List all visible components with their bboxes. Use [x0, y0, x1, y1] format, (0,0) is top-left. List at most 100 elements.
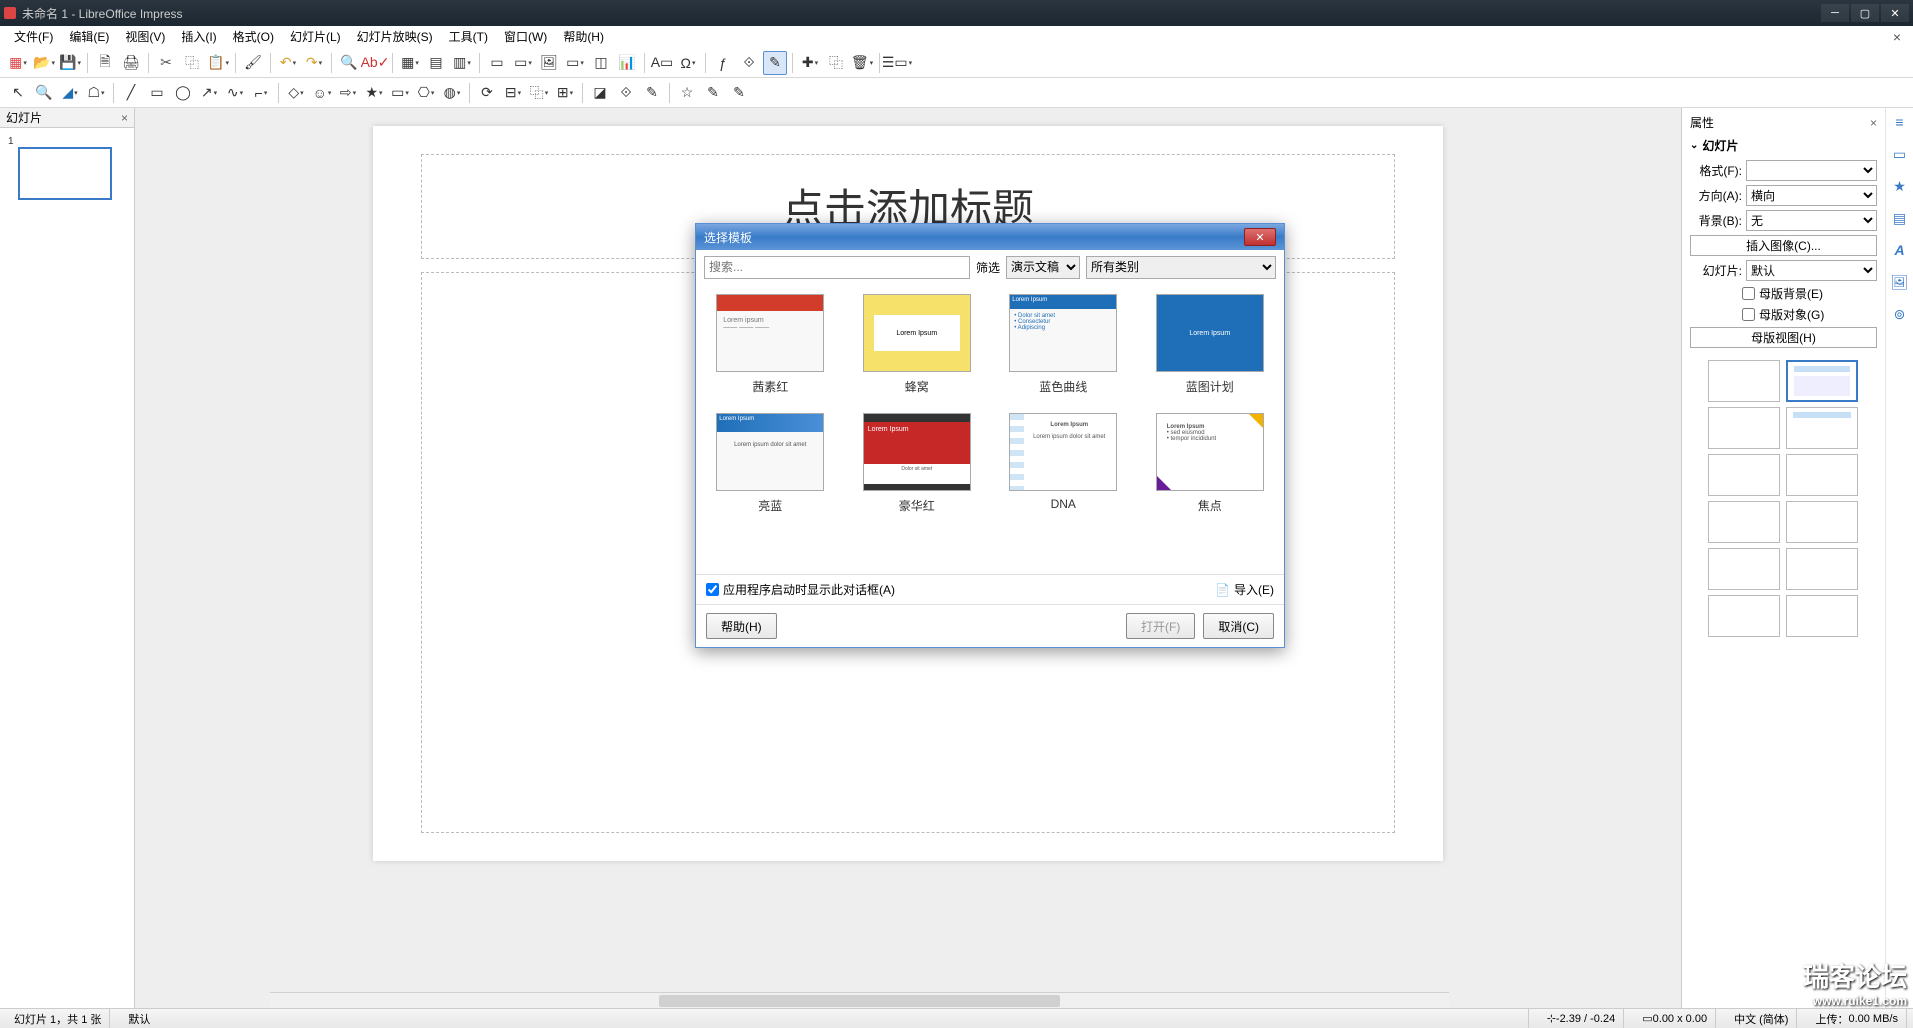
print-icon[interactable]: 🖨 — [119, 51, 143, 75]
textbox-icon[interactable]: A▭ — [650, 51, 674, 75]
minimize-button[interactable]: ─ — [1821, 4, 1849, 22]
layout-two-content[interactable] — [1708, 454, 1780, 496]
special-char-icon[interactable]: Ω — [676, 51, 700, 75]
layout-title-two[interactable] — [1708, 407, 1780, 449]
find-icon[interactable]: 🔍 — [337, 51, 361, 75]
layout-title-only[interactable] — [1786, 407, 1858, 449]
open-button[interactable]: 打开(F) — [1126, 613, 1195, 639]
zoom-icon[interactable]: 🔍 — [32, 81, 56, 105]
distribute-icon[interactable]: ⊞ — [553, 81, 577, 105]
lines-arrows-icon[interactable]: ↗ — [197, 81, 221, 105]
layout-centered[interactable] — [1786, 454, 1858, 496]
rectangle-icon[interactable]: ▭ — [145, 81, 169, 105]
menu-slide[interactable]: 幻灯片(L) — [282, 26, 349, 47]
hyperlink-icon[interactable]: ⟐ — [737, 51, 761, 75]
slides-panel-close-icon[interactable]: × — [121, 111, 128, 125]
filter-icon[interactable]: ✎ — [640, 81, 664, 105]
menu-format[interactable]: 格式(O) — [225, 26, 282, 47]
menu-insert[interactable]: 插入(I) — [173, 26, 224, 47]
help-button[interactable]: 帮助(H) — [706, 613, 777, 639]
save-icon[interactable]: 💾 — [58, 51, 82, 75]
show-draw-functions-icon[interactable]: ✎ — [763, 51, 787, 75]
clone-format-icon[interactable]: 🖌 — [241, 51, 265, 75]
format-select[interactable] — [1746, 160, 1877, 181]
sidebar-animation-icon[interactable]: ★ — [1890, 176, 1910, 196]
gluepoint-icon[interactable]: ✎ — [701, 81, 725, 105]
menu-slideshow[interactable]: 幻灯片放映(S) — [349, 26, 441, 47]
grid-icon[interactable]: ▤ — [424, 51, 448, 75]
layout-four[interactable] — [1708, 548, 1780, 590]
properties-section-slide[interactable]: 幻灯片 — [1686, 133, 1881, 158]
template-item[interactable]: Lorem IpsumLorem ipsum dolor sit amet 亮蓝 — [710, 413, 831, 514]
stars-icon[interactable]: ★ — [362, 81, 386, 105]
orientation-select[interactable]: 横向 — [1746, 185, 1877, 206]
display-views-icon[interactable]: ▥ — [450, 51, 474, 75]
curves-icon[interactable]: ∿ — [223, 81, 247, 105]
sidebar-gallery-icon[interactable]: 🖼 — [1890, 272, 1910, 292]
crop-icon[interactable]: ⟐ — [614, 81, 638, 105]
menu-edit[interactable]: 编辑(E) — [61, 26, 117, 47]
points-icon[interactable]: ☆ — [675, 81, 699, 105]
shadow-icon[interactable]: ◪ — [588, 81, 612, 105]
sidebar-master-slides-icon[interactable]: ▤ — [1890, 208, 1910, 228]
master-bg-checkbox[interactable] — [1742, 287, 1755, 300]
startup-show-checkbox[interactable] — [706, 583, 719, 596]
filter-category-select[interactable]: 所有类别 — [1086, 256, 1276, 279]
template-item[interactable]: Lorem ipsum—— —— —— 茜素红 — [710, 294, 831, 395]
connectors-icon[interactable]: ⌐ — [249, 81, 273, 105]
sidebar-slide-transition-icon[interactable]: ▭ — [1890, 144, 1910, 164]
new-slide-icon[interactable]: ✚ — [798, 51, 822, 75]
layout-l2[interactable] — [1786, 595, 1858, 637]
new-document-icon[interactable]: ▦ — [6, 51, 30, 75]
cut-icon[interactable]: ✂ — [154, 51, 178, 75]
ellipse-icon[interactable]: ◯ — [171, 81, 195, 105]
sidebar-properties-icon[interactable]: ≡ — [1890, 112, 1910, 132]
layout-title-content[interactable] — [1786, 360, 1858, 402]
callouts-icon[interactable]: ▭ — [388, 81, 412, 105]
table-icon[interactable]: ▦ — [398, 51, 422, 75]
layout-six[interactable] — [1786, 548, 1858, 590]
layout-three-col[interactable] — [1786, 501, 1858, 543]
line-color-icon[interactable]: ☖ — [84, 81, 108, 105]
template-item[interactable]: Lorem Ipsum 蜂窝 — [857, 294, 978, 395]
template-item[interactable]: Lorem IpsumDolor sit amet 豪华红 — [857, 413, 978, 514]
template-search-input[interactable] — [704, 256, 970, 279]
template-item[interactable]: Lorem Ipsum• Dolor sit amet• Consectetur… — [1003, 294, 1124, 395]
background-select[interactable]: 无 — [1746, 210, 1877, 231]
close-window-button[interactable]: ✕ — [1881, 4, 1909, 22]
slide-layout-icon[interactable]: ☰▭ — [885, 51, 909, 75]
undo-icon[interactable]: ↶ — [276, 51, 300, 75]
horizontal-scrollbar[interactable] — [270, 992, 1449, 1008]
fontwork-icon[interactable]: ƒ — [711, 51, 735, 75]
arrange-icon[interactable]: ⿻ — [527, 81, 551, 105]
cancel-button[interactable]: 取消(C) — [1203, 613, 1274, 639]
import-button[interactable]: 📄 导入(E) — [1215, 581, 1274, 598]
extrusion-icon[interactable]: ✎ — [727, 81, 751, 105]
properties-close-icon[interactable]: × — [1870, 116, 1877, 130]
layout-blank[interactable] — [1708, 360, 1780, 402]
redo-icon[interactable]: ↷ — [302, 51, 326, 75]
basic-shapes-icon[interactable]: ◇ — [284, 81, 308, 105]
image-icon[interactable]: 🖼 — [537, 51, 561, 75]
sidebar-navigator-icon[interactable]: ⊚ — [1890, 304, 1910, 324]
maximize-button[interactable]: ▢ — [1851, 4, 1879, 22]
dialog-close-icon[interactable]: ✕ — [1244, 228, 1276, 246]
open-icon[interactable]: 📂 — [32, 51, 56, 75]
block-arrows-icon[interactable]: ⇨ — [336, 81, 360, 105]
layout-l1[interactable] — [1708, 595, 1780, 637]
delete-slide-icon[interactable]: 🗑 — [850, 51, 874, 75]
duplicate-slide-icon[interactable]: ⿻ — [824, 51, 848, 75]
flowchart-icon[interactable]: ⎔ — [414, 81, 438, 105]
template-item[interactable]: Lorem Ipsum• sed eiusmod• tempor incidid… — [1150, 413, 1271, 514]
layout-two-col[interactable] — [1708, 501, 1780, 543]
slide-thumbnail[interactable] — [18, 147, 112, 200]
menu-tools[interactable]: 工具(T) — [441, 26, 496, 47]
template-item[interactable]: Lorem Ipsum 蓝图计划 — [1150, 294, 1271, 395]
av-icon[interactable]: ◫ — [589, 51, 613, 75]
master-slide-select[interactable]: 默认 — [1746, 260, 1877, 281]
line-icon[interactable]: ╱ — [119, 81, 143, 105]
paste-icon[interactable]: 📋 — [206, 51, 230, 75]
menu-file[interactable]: 文件(F) — [6, 26, 61, 47]
symbol-shapes-icon[interactable]: ☺ — [310, 81, 334, 105]
align-icon[interactable]: ⊟ — [501, 81, 525, 105]
